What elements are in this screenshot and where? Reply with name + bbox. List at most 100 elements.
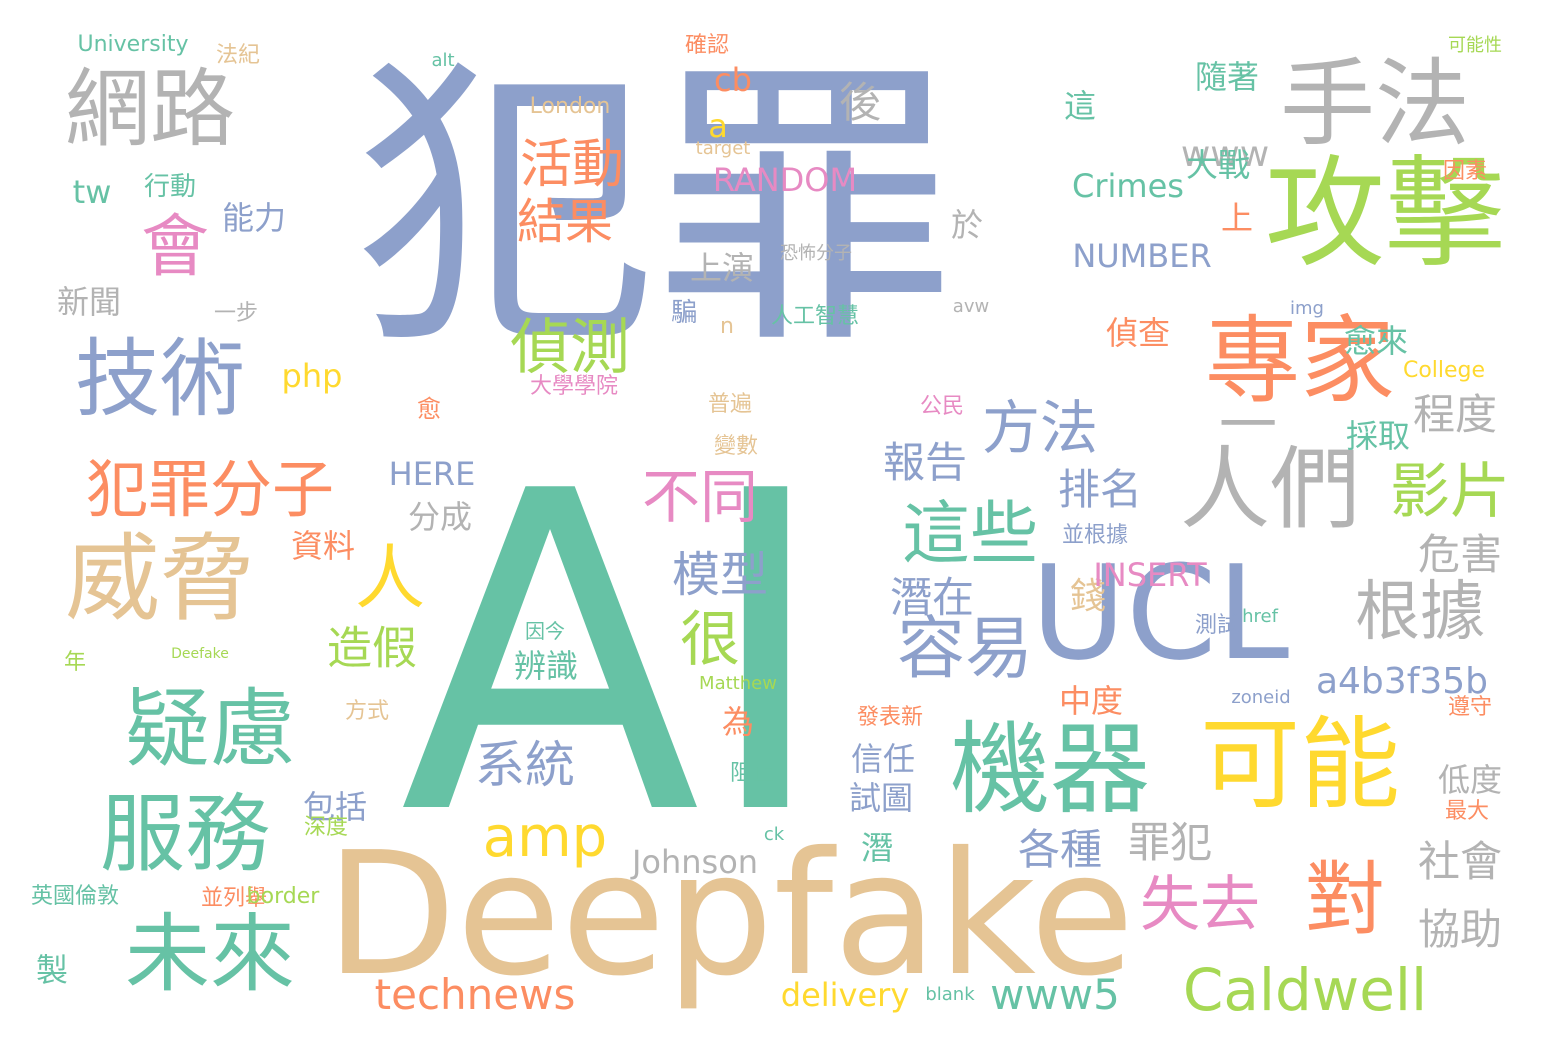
cloud-word: 方式	[344, 699, 390, 724]
cloud-word: 辨識	[513, 647, 579, 685]
cloud-word: href	[1242, 606, 1278, 627]
cloud-word: 報告	[882, 438, 968, 487]
cloud-word: 愈來	[1343, 322, 1409, 360]
cloud-word: avw	[952, 296, 990, 317]
cloud-word: HERE	[388, 455, 476, 493]
cloud-word: 威脅	[64, 524, 256, 635]
cloud-word: 不同	[641, 463, 759, 531]
cloud-word: Caldwell	[1182, 956, 1428, 1024]
cloud-word: 信任	[850, 740, 916, 778]
cloud-word: London	[529, 94, 611, 119]
cloud-word: 偵測	[510, 313, 630, 383]
cloud-word: 深度	[303, 815, 349, 840]
cloud-word: 潛在	[889, 573, 975, 622]
cloud-word: 活動	[519, 135, 625, 195]
cloud-word: target	[695, 138, 751, 159]
cloud-word: 一步	[213, 301, 259, 326]
cloud-word: 最大	[1444, 799, 1490, 824]
cloud-word: 阻止	[729, 761, 775, 786]
cloud-word: 模型	[671, 547, 769, 603]
cloud-word: 系統	[475, 736, 575, 794]
cloud-word: Matthew	[699, 673, 777, 694]
cloud-word: 造假	[326, 621, 418, 675]
cloud-word: 疑慮	[124, 680, 296, 780]
cloud-word: 並根據	[1061, 523, 1129, 548]
cloud-word: 危害	[1417, 530, 1503, 579]
cloud-word: 失去	[1140, 870, 1260, 940]
cloud-word: 結果	[516, 194, 614, 250]
cloud-word: INSERT	[1093, 556, 1207, 594]
cloud-word: 試圖	[848, 779, 914, 817]
cloud-word: 這	[1063, 87, 1097, 125]
cloud-word: php	[281, 357, 343, 395]
cloud-word: 社會	[1417, 837, 1503, 886]
cloud-word: 這些	[901, 495, 1039, 574]
cloud-word: 方法	[981, 394, 1099, 462]
cloud-word: n	[720, 314, 734, 339]
cloud-word: 後	[838, 78, 882, 127]
cloud-word: 測試	[1194, 613, 1240, 638]
cloud-word: 製	[35, 951, 69, 989]
cloud-word: 遵守	[1447, 695, 1493, 720]
cloud-word: 人	[355, 537, 425, 619]
cloud-word: 確認	[684, 33, 730, 58]
cloud-word: 很	[680, 605, 740, 675]
cloud-word: 一	[1218, 391, 1278, 459]
cloud-word: 犯罪分子	[85, 453, 335, 526]
cloud-word: 因今	[525, 619, 565, 643]
cloud-word: 程度	[1412, 390, 1498, 439]
cloud-word: 公民	[919, 394, 965, 419]
cloud-word: technews	[374, 970, 576, 1019]
cloud-word: College	[1402, 358, 1486, 383]
cloud-word: ck	[763, 824, 785, 845]
cloud-word: 低度	[1437, 761, 1503, 799]
cloud-word: www5	[990, 970, 1120, 1019]
cloud-word: tw	[72, 173, 112, 211]
cloud-word: 上	[1220, 199, 1254, 237]
cloud-word: 容易	[896, 610, 1034, 689]
cloud-word: 於	[950, 206, 984, 244]
cloud-word: 上演	[689, 249, 755, 287]
cloud-word: 技術	[74, 330, 246, 430]
cloud-word: 分成	[407, 498, 473, 536]
cloud-word: 資料	[290, 527, 356, 565]
cloud-word: 偵查	[1105, 314, 1171, 352]
cloud-word: 可能	[1200, 706, 1400, 823]
cloud-word: 恐怖分子	[780, 243, 852, 264]
cloud-word: Johnson	[631, 843, 759, 881]
cloud-word: 普遍	[707, 392, 753, 417]
cloud-word: zoneid	[1231, 687, 1291, 708]
cloud-word: 新聞	[56, 283, 122, 321]
cloud-word: RANDOM	[712, 161, 858, 199]
cloud-word: Deefake	[171, 646, 229, 662]
cloud-word: 排名	[1057, 465, 1143, 514]
cloud-word: img	[1290, 298, 1324, 319]
cloud-word: 機器	[950, 711, 1150, 828]
cloud-word: 採取	[1345, 417, 1411, 455]
cloud-word: 能力	[221, 199, 287, 237]
cloud-word: border	[246, 884, 320, 909]
cloud-word: 會	[140, 208, 210, 287]
cloud-word: 潛	[860, 829, 894, 867]
cloud-word: Crimes	[1072, 167, 1184, 205]
cloud-word: 因素	[1442, 159, 1488, 184]
cloud-word: 根據	[1354, 574, 1486, 650]
cloud-word: 行動	[143, 172, 197, 202]
cloud-word: 騙	[670, 298, 698, 328]
cloud-word: 年	[63, 650, 87, 675]
cloud-word: 可能性	[1448, 35, 1502, 56]
cloud-word: 協助	[1417, 905, 1503, 954]
cloud-word: 愈	[417, 395, 441, 423]
cloud-word: 罪犯	[1127, 818, 1213, 867]
cloud-word: 為	[721, 703, 755, 741]
cloud-word: 未來	[124, 905, 296, 1005]
cloud-word: 手法	[1279, 49, 1471, 160]
cloud-word: 法紀	[215, 43, 261, 68]
cloud-word: delivery	[780, 976, 910, 1014]
cloud-word: 大學學院	[529, 374, 619, 399]
cloud-word: 各種	[1017, 825, 1103, 874]
cloud-word: 網路	[64, 60, 236, 160]
cloud-word: 人工智慧	[770, 304, 860, 329]
cloud-word: blank	[925, 984, 975, 1005]
cloud-word: cb	[714, 61, 752, 99]
